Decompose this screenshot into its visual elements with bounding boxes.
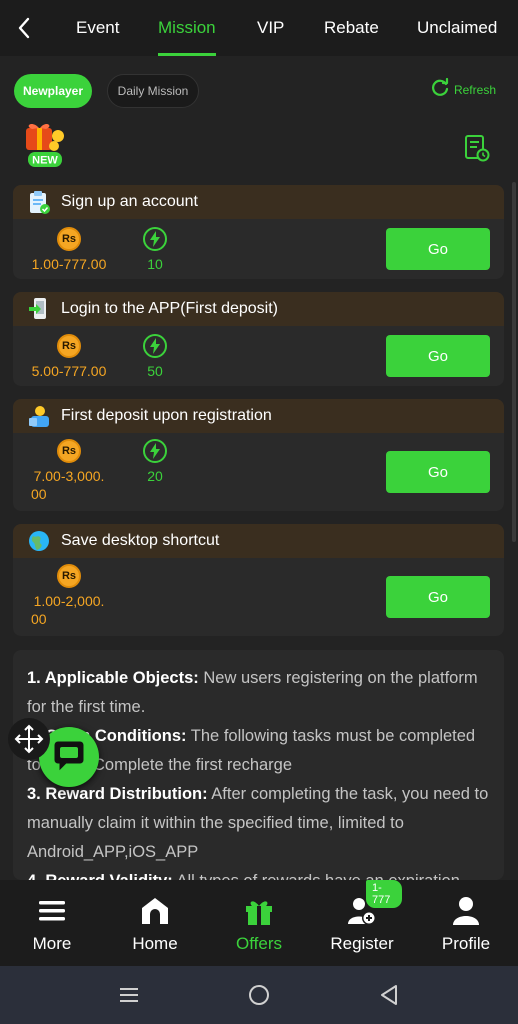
phone-app-icon (27, 297, 51, 321)
gift-icon (243, 894, 275, 928)
chat-bubble-icon (52, 738, 86, 777)
deposit-user-icon (27, 404, 51, 428)
tab-event[interactable]: Event (76, 0, 119, 56)
nav-offers[interactable]: Offers (219, 894, 299, 954)
task-title: Login to the APP(First deposit) (61, 300, 278, 317)
tab-vip[interactable]: VIP (257, 0, 284, 56)
go-button[interactable]: Go (386, 451, 490, 493)
bottom-nav-bar: More Home Offers 1-777 Register Profile (0, 880, 518, 966)
home-button-icon[interactable] (247, 983, 271, 1007)
user-icon (450, 894, 482, 928)
menu-icon (36, 894, 68, 928)
nav-home[interactable]: Home (115, 894, 195, 954)
lightning-icon (143, 334, 167, 358)
recent-apps-icon[interactable] (117, 983, 141, 1007)
top-tab-bar: Event Mission VIP Rebate Unclaimed (0, 0, 518, 56)
go-button[interactable]: Go (386, 228, 490, 270)
reward-points: 10 (147, 256, 163, 272)
rupee-coin-icon: Rs (57, 227, 81, 251)
register-bonus-badge: 1-777 (366, 880, 402, 908)
new-badge-text: NEW (32, 155, 58, 167)
reward-amount-line2: 00 (31, 611, 47, 627)
reward-amount-line1: 1.00-2,000. (33, 593, 105, 609)
back-icon[interactable] (12, 14, 36, 42)
reward-points: 50 (147, 363, 163, 379)
task-title: Save desktop shortcut (61, 532, 220, 549)
go-button[interactable]: Go (386, 335, 490, 377)
tab-unclaimed[interactable]: Unclaimed (417, 0, 497, 56)
reward-amount: 5.00-777.00 (31, 363, 107, 379)
clipboard-icon (27, 190, 51, 214)
refresh-icon (430, 77, 450, 101)
rule-item: 4. Reward Validity: All types of rewards… (27, 867, 490, 880)
scrollbar[interactable] (512, 182, 516, 542)
task-card-desktop-shortcut: Save desktop shortcut Rs 1.00-2,000. 00 … (13, 524, 504, 636)
refresh-button[interactable]: Refresh (430, 77, 496, 101)
tab-rebate[interactable]: Rebate (324, 0, 379, 56)
rupee-coin-icon: Rs (57, 439, 81, 463)
task-title: First deposit upon registration (61, 407, 272, 424)
reward-points: 20 (147, 468, 163, 484)
home-icon (139, 894, 171, 928)
reward-amount-line1: 7.00-3,000. (33, 468, 105, 484)
back-button-icon[interactable] (377, 983, 401, 1007)
go-button[interactable]: Go (386, 576, 490, 618)
task-title: Sign up an account (61, 193, 198, 210)
daily-mission-filter-button[interactable]: Daily Mission (107, 74, 199, 108)
nav-register[interactable]: 1-777 Register (322, 880, 402, 954)
task-card-first-deposit: First deposit upon registration Rs 7.00-… (13, 399, 504, 511)
newplayer-filter-button[interactable]: Newplayer (14, 74, 92, 108)
new-gift-icon: NEW (18, 122, 74, 172)
rupee-coin-icon: Rs (57, 334, 81, 358)
nav-profile[interactable]: Profile (426, 894, 506, 954)
system-nav-bar (0, 966, 518, 1024)
nav-more[interactable]: More (12, 894, 92, 954)
task-record-icon[interactable] (464, 134, 490, 162)
tab-mission[interactable]: Mission (158, 0, 216, 56)
rupee-coin-icon: Rs (57, 564, 81, 588)
refresh-label: Refresh (453, 82, 496, 97)
rule-item: 1. Applicable Objects: New users registe… (27, 669, 478, 716)
reward-amount-line2: 00 (31, 486, 47, 502)
reward-amount: 1.00-777.00 (31, 256, 107, 272)
task-card-login-app: Login to the APP(First deposit) Rs 5.00-… (13, 292, 504, 386)
lightning-icon (143, 227, 167, 251)
task-card-sign-up: Sign up an account Rs 1.00-777.00 10 Go (13, 185, 504, 279)
drag-move-icon[interactable] (8, 718, 50, 760)
globe-icon (27, 529, 51, 553)
lightning-icon (143, 439, 167, 463)
rule-item: 3. Reward Distribution: After completing… (27, 785, 489, 861)
